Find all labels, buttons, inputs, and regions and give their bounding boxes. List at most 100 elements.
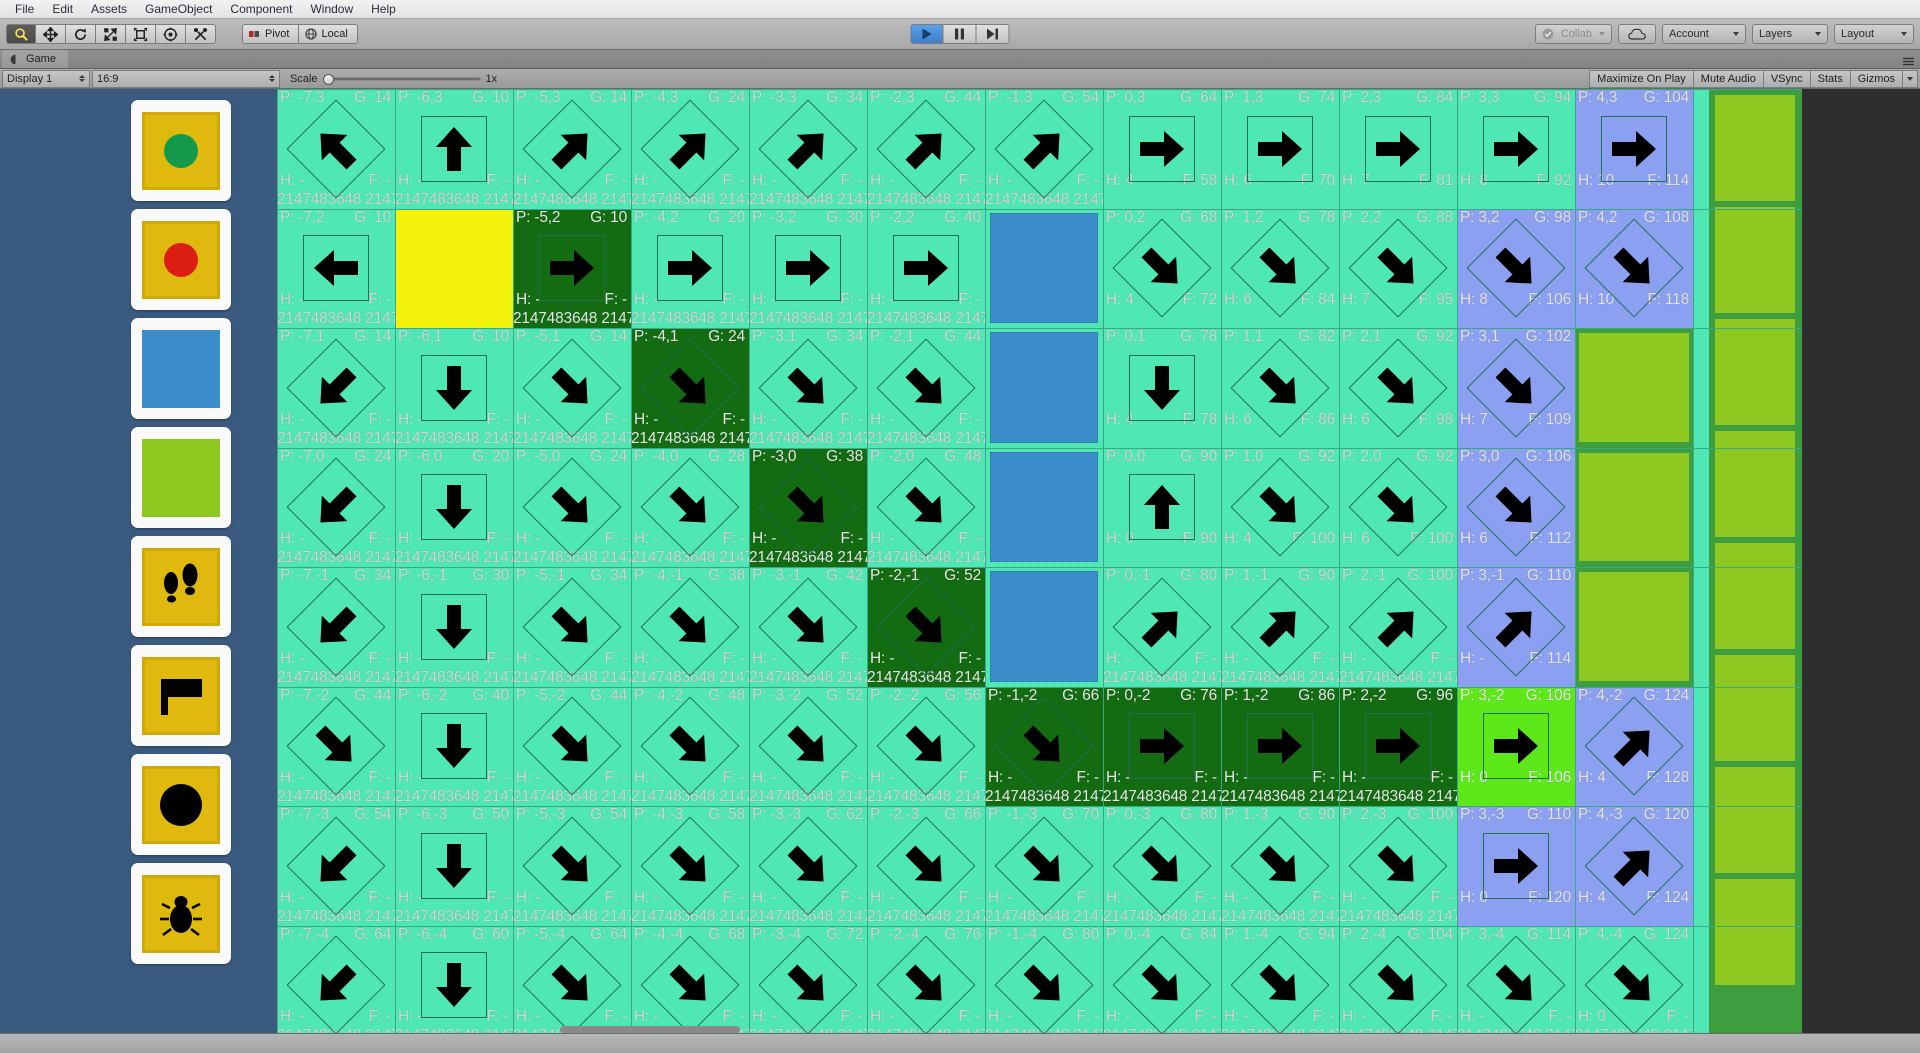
grid-cell[interactable]: P: 3,-4G: 114H: -F: -2147483648 21474836… xyxy=(1457,925,1575,1045)
start-node-tool[interactable] xyxy=(131,100,231,201)
blocker-tool[interactable] xyxy=(131,754,231,855)
grid-cell[interactable]: P: 0,-1G: 80H: -F: -2147483648 214748364… xyxy=(1103,567,1221,687)
menu-item-file[interactable]: File xyxy=(6,0,43,18)
magnifier-icon[interactable] xyxy=(6,24,36,44)
grid-cell[interactable]: P: -3,2 G: 30 H: - F: - 2147483648 214748364… xyxy=(749,208,867,328)
terrain-cell[interactable] xyxy=(1575,447,1693,567)
vsync-toggle[interactable]: VSync xyxy=(1763,69,1811,88)
grid-cell[interactable]: P: 1,-3G: 90H: -F: -2147483648 214748364… xyxy=(1221,806,1339,926)
combined-transform-icon[interactable] xyxy=(156,24,186,44)
wall-tile[interactable] xyxy=(990,571,1098,682)
layers-dropdown[interactable]: Layers xyxy=(1752,24,1828,44)
grid-cell[interactable]: P: 3,-1 G: 110 H: - F: 114 xyxy=(1457,567,1575,687)
grid-cell[interactable]: P: -7,2 G: 10 H: - F: - 2147483648 214748364… xyxy=(277,208,395,328)
terrain-cell[interactable] xyxy=(1575,567,1693,687)
grid-cell[interactable]: P: -3,-1G: 42H: -F: -2147483648 21474836… xyxy=(749,567,867,687)
grid-cell[interactable]: P: -6,3 G: 10 H: - F: -2147483648 214748364… xyxy=(395,89,513,209)
grid-cell[interactable]: P: 1,0 G: 92 H: 4 F: 100 xyxy=(1221,447,1339,567)
grid-cell[interactable]: P: -6,1 G: 10 H: - F: -2147483648 214748364… xyxy=(395,328,513,448)
grid-cell[interactable]: P: 2,1 G: 92 H: 6 F: 98 xyxy=(1339,328,1457,448)
grid-cell[interactable]: P: -6,-2 G: 40 H: - F: - 2147483648 21474836… xyxy=(395,686,513,806)
grid-cell[interactable]: P: -1,-4G: 80H: -F: -2147483648 21474836… xyxy=(985,925,1103,1045)
grid-cell[interactable]: P: 1,-2 G: 86 H: - F: - 2147483648 214748364… xyxy=(1221,686,1339,806)
menu-item-gameobject[interactable]: GameObject xyxy=(136,0,221,18)
grid-cell[interactable]: P: 4,2 G: 108 H: 10 F: 118 xyxy=(1575,208,1693,328)
wall-tile-tool[interactable] xyxy=(131,318,231,419)
grid-cell[interactable]: P: -6,0 G: 20 H: - F: - 2147483648 214748364… xyxy=(395,447,513,567)
grid-cell[interactable]: P: -2,-2G: 56H: -F: -2147483648 21474836… xyxy=(867,686,985,806)
display-dropdown[interactable]: Display 1 xyxy=(2,69,90,88)
grid-cell[interactable]: P: -4,2 G: 20 H: - F: - 2147483648 214748364… xyxy=(631,208,749,328)
grid-cell[interactable]: P: -5,-3G: 54H: -F: -2147483648 21474836… xyxy=(513,806,631,926)
grid-cell[interactable]: P: -6,-1 G: 30 H: - F: -2147483648 21474836… xyxy=(395,567,513,687)
terrain-tile[interactable] xyxy=(1715,543,1795,649)
grid-cell[interactable]: P: 0,1 G: 78 H: 4 F: 78 xyxy=(1103,328,1221,448)
stats-toggle[interactable]: Stats xyxy=(1810,69,1851,88)
grid-cell[interactable]: P: 1,-4G: 94H: -F: -2147483648 214748364… xyxy=(1221,925,1339,1045)
rotate-icon[interactable] xyxy=(66,24,96,44)
grid-cell[interactable]: P: 2,3 G: 84 H: 7 F: 81 xyxy=(1339,89,1457,209)
grid-cell[interactable]: P: 2,-2 G: 96 H: - F: - 2147483648 214748364… xyxy=(1339,686,1457,806)
grid-cell[interactable]: P: -5,0G: 24H: -F: -2147483648 214748364… xyxy=(513,447,631,567)
grid-cell[interactable]: P: -2,3G: 44H: -F: -2147483648 214748364… xyxy=(867,89,985,209)
grid-cell[interactable]: P: -5,-1G: 34H: -F: -2147483648 21474836… xyxy=(513,567,631,687)
grid-cell[interactable]: P: -3,0G: 38H: -F: -2147483648 214748364… xyxy=(749,447,867,567)
grid-cell[interactable]: P: -2,0G: 48H: -F: -2147483648 214748364… xyxy=(867,447,985,567)
grid-cell[interactable] xyxy=(395,208,513,328)
wall-tile[interactable] xyxy=(990,451,1098,562)
menu-item-component[interactable]: Component xyxy=(221,0,301,18)
grid-cell[interactable]: P: -2,2 G: 40 H: - F: - 2147483648 214748364… xyxy=(867,208,985,328)
grid-cell[interactable]: P: -1,-3G: 70H: -F: -2147483648 21474836… xyxy=(985,806,1103,926)
terrain-tile[interactable] xyxy=(1715,879,1795,985)
grid-cell[interactable]: P: 4,-2 G: 124 H: 4 F: 128 xyxy=(1575,686,1693,806)
wall-tile[interactable] xyxy=(990,332,1098,443)
pause-button[interactable] xyxy=(943,24,977,44)
step-button[interactable] xyxy=(976,24,1010,44)
rect-transform-icon[interactable] xyxy=(126,24,156,44)
grid-cell[interactable]: P: -5,3G: 14H: -F: -2147483648 214748364… xyxy=(513,89,631,209)
grid-cell[interactable]: P: -1,3G: 54H: -F: -2147483648 214748364… xyxy=(985,89,1103,209)
grid-cell[interactable]: P: 2,2 G: 88 H: 7 F: 95 xyxy=(1339,208,1457,328)
grid-cell[interactable]: P: 0,2 G: 68 H: 4 F: 72 xyxy=(1103,208,1221,328)
local-toggle[interactable]: Local xyxy=(298,24,358,44)
grid-cell[interactable]: P: 3,-3 G: 110 H: 0 F: 120 xyxy=(1457,806,1575,926)
grid-cell[interactable]: P: -5,1G: 14H: -F: -2147483648 214748364… xyxy=(513,328,631,448)
grid-cell[interactable]: P: -3,-2G: 52H: -F: -2147483648 21474836… xyxy=(749,686,867,806)
grid-cell[interactable]: P: -3,1G: 34H: -F: -2147483648 214748364… xyxy=(749,328,867,448)
grid-cell[interactable]: P: -5,-2G: 44H: -F: -2147483648 21474836… xyxy=(513,686,631,806)
grid-cell[interactable]: P: 2,-1G: 100H: -F: -2147483648 21474836… xyxy=(1339,567,1457,687)
grid-cell[interactable]: P: 1,3 G: 74 H: 6 F: 70 xyxy=(1221,89,1339,209)
grid-cell[interactable]: P: 1,1 G: 82 H: 6 F: 86 xyxy=(1221,328,1339,448)
maximize-on-play-toggle[interactable]: Maximize On Play xyxy=(1589,69,1694,88)
grid-cell[interactable]: P: 0,3 G: 64 H: 4 F: 58 xyxy=(1103,89,1221,209)
grid-cell[interactable]: P: 3,2 G: 98 H: 8 F: 106 xyxy=(1457,208,1575,328)
play-button[interactable] xyxy=(910,24,944,44)
grid-cell[interactable]: P: -2,-1G: 52H: -F: -2147483648 21474836… xyxy=(867,567,985,687)
terrain-tile[interactable] xyxy=(1715,95,1795,201)
menu-item-assets[interactable]: Assets xyxy=(82,0,136,18)
flag-tool[interactable] xyxy=(131,645,231,746)
bug-tool[interactable] xyxy=(131,863,231,964)
grid-cell[interactable]: P: 4,-4G: 124H: 0F: -2147483648 21474836… xyxy=(1575,925,1693,1045)
grid-cell[interactable]: P: 1,-1G: 90H: -F: -2147483648 214748364… xyxy=(1221,567,1339,687)
menu-item-window[interactable]: Window xyxy=(301,0,362,18)
terrain-cell[interactable] xyxy=(1575,328,1693,448)
menu-item-help[interactable]: Help xyxy=(362,0,405,18)
pivot-toggle[interactable]: Pivot xyxy=(242,24,299,44)
grid-cell[interactable]: P: 0,0 G: 90 H: 0 F: 90 xyxy=(1103,447,1221,567)
terrain-tile[interactable] xyxy=(1715,207,1795,313)
grid-cell[interactable]: P: -4,-3G: 58H: -F: -2147483648 21474836… xyxy=(631,806,749,926)
grid-cell[interactable]: P: -4,0G: 28H: -F: -2147483648 214748364… xyxy=(631,447,749,567)
grid-cell[interactable]: P: -7,1G: 14H: -F: -2147483648 214748364… xyxy=(277,328,395,448)
grid-cell[interactable]: P: 3,-2 G: 106 H: 0 F: 106 xyxy=(1457,686,1575,806)
grid-cell[interactable]: P: 2,-3G: 100H: -F: -2147483648 21474836… xyxy=(1339,806,1457,926)
horizontal-scrollbar[interactable] xyxy=(560,1026,740,1033)
grid-cell[interactable]: P: -6,-3 G: 50 H: - F: -2147483648 21474836… xyxy=(395,806,513,926)
grid-cell[interactable]: P: 0,-2 G: 76 H: - F: - 2147483648 214748364… xyxy=(1103,686,1221,806)
grid-cell[interactable]: P: -2,-3G: 66H: -F: -2147483648 21474836… xyxy=(867,806,985,926)
tab-game[interactable]: Game xyxy=(2,50,68,68)
grid-cell[interactable]: P: 0,-4G: 84H: -F: -2147483648 214748364… xyxy=(1103,925,1221,1045)
grid-cell[interactable]: P: 3,1 G: 102 H: 7 F: 109 xyxy=(1457,328,1575,448)
grid-cell[interactable]: P: -4,1G: 24H: -F: -2147483648 214748364… xyxy=(631,328,749,448)
grid-cell[interactable]: P: -7,3G: 14H: -F: -2147483648 214748364… xyxy=(277,89,395,209)
